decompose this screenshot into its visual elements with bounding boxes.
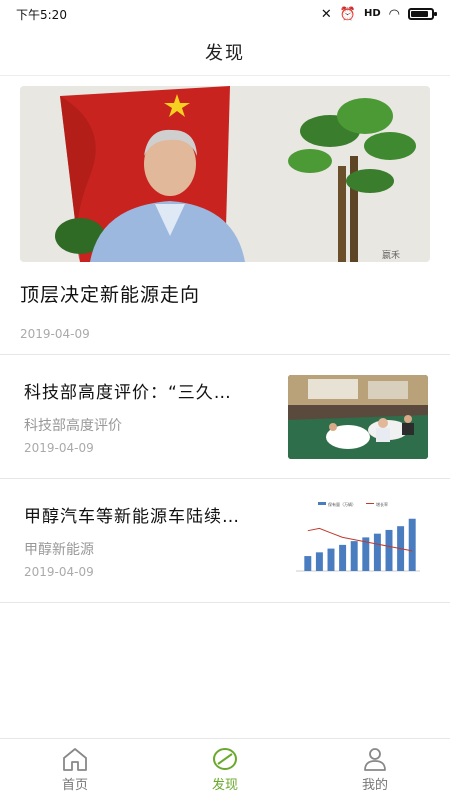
chart-bar: [339, 544, 347, 571]
page-title: 发现: [205, 42, 245, 64]
discover-icon: [213, 748, 237, 770]
signal-icon: HD: [363, 8, 381, 19]
chart-bar: [315, 551, 323, 571]
hero-date: 2019-04-09: [20, 327, 90, 341]
list-item-source: 科技部高度评价: [24, 418, 122, 434]
status-icons: ✕ ⏰ HD ◠: [320, 6, 437, 22]
list-item[interactable]: 科技部高度评价：“三久… 科技部高度评价 2019-04-09: [0, 355, 450, 479]
tab-label: 发现: [211, 778, 238, 793]
chart-bar: [304, 555, 312, 571]
chart-bar: [373, 533, 381, 571]
list-item-text: 甲醇汽车等新能源车陆续… 甲醇新能源 2019-04-09: [24, 502, 274, 579]
status-time: 下午5:20: [16, 7, 67, 22]
chart-bar: [350, 540, 358, 571]
list-item-text: 科技部高度评价：“三久… 科技部高度评价 2019-04-09: [24, 378, 274, 455]
legend-label-bar: 保有量（万辆）: [328, 501, 356, 507]
hero-image[interactable]: 嬴禾: [20, 86, 430, 262]
list-item-date: 2019-04-09: [24, 565, 94, 579]
bottom-tab-bar: 首页 发现 我的: [0, 738, 450, 800]
hero-article[interactable]: 嬴禾 顶层决定新能源走向 2019-04-09: [0, 76, 450, 355]
list-item-date: 2019-04-09: [24, 441, 94, 455]
chart-bar: [408, 518, 416, 571]
mute-icon: ✕: [320, 6, 332, 22]
chart-bar: [385, 529, 393, 571]
article-feed[interactable]: 嬴禾 顶层决定新能源走向 2019-04-09 科技部高度评价：“三久… 科技部…: [0, 76, 450, 603]
tab-profile[interactable]: 我的: [300, 739, 450, 800]
battery-icon: [408, 8, 437, 20]
home-icon: [63, 748, 87, 771]
hero-watermark: 嬴禾: [382, 249, 400, 260]
list-item-thumbnail[interactable]: 保有量（万辆） 增长率: [288, 498, 428, 583]
legend-label-line: 增长率: [376, 501, 388, 507]
hero-title[interactable]: 顶层决定新能源走向: [20, 280, 430, 307]
meeting-photo: [288, 374, 428, 459]
hero-photo: 嬴禾: [20, 86, 430, 262]
list-item-title[interactable]: 科技部高度评价：“三久…: [24, 378, 274, 403]
battery-fill: [411, 11, 428, 17]
tab-discover[interactable]: 发现: [150, 739, 300, 800]
list-item-source: 甲醇新能源: [24, 542, 94, 558]
alarm-icon: ⏰: [339, 6, 356, 22]
wifi-icon: ◠: [388, 6, 400, 22]
tab-label: 首页: [61, 778, 88, 793]
tab-home[interactable]: 首页: [0, 739, 150, 800]
legend-swatch-bar: [318, 501, 326, 505]
chart-bar: [327, 548, 335, 571]
list-item-title[interactable]: 甲醇汽车等新能源车陆续…: [24, 502, 274, 527]
user-icon: [364, 748, 386, 771]
bar-chart: 保有量（万辆） 增长率: [288, 498, 428, 583]
list-item[interactable]: 甲醇汽车等新能源车陆续… 甲醇新能源 2019-04-09 保有量（万辆） 增长…: [0, 479, 450, 603]
list-item-thumbnail[interactable]: [288, 374, 428, 459]
tab-label: 我的: [361, 778, 388, 793]
status-bar: 下午5:20 ✕ ⏰ HD ◠: [0, 0, 450, 28]
title-bar: 发现: [0, 28, 450, 76]
